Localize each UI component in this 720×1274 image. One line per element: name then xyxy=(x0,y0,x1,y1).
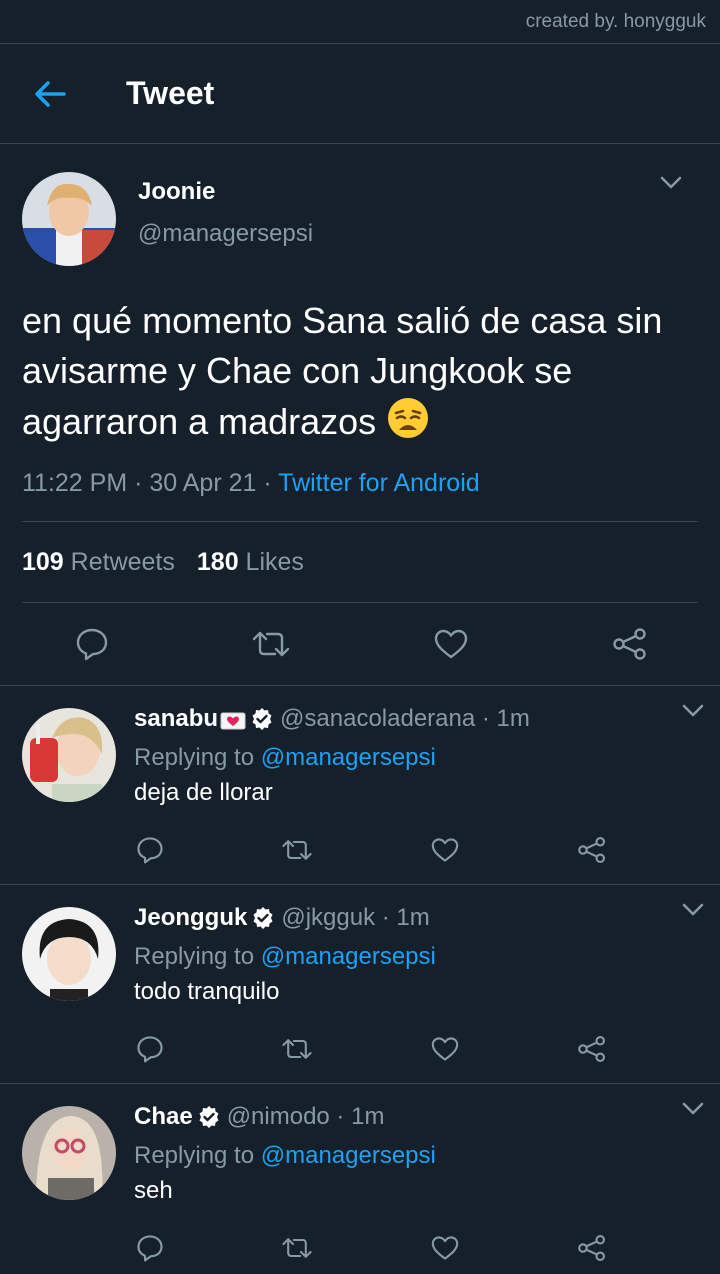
reply-button[interactable] xyxy=(134,1033,166,1065)
tweet-source-link[interactable]: Twitter for Android xyxy=(278,469,479,497)
reply-author-handle[interactable]: @jkgguk · 1m xyxy=(281,903,429,933)
tweet-text-content: en qué momento Sana salió de casa sin av… xyxy=(22,300,663,442)
reply-item[interactable]: sanabu @sanacoladerana · 1m Replying to … xyxy=(0,686,720,885)
reply-icon xyxy=(137,1036,163,1063)
like-icon xyxy=(431,838,458,862)
reply-button[interactable] xyxy=(72,624,112,664)
like-button[interactable] xyxy=(429,1232,461,1264)
retweet-icon xyxy=(282,1039,312,1059)
chevron-down-icon xyxy=(682,903,704,916)
reply-actions xyxy=(134,1232,608,1264)
replying-prefix: Replying to xyxy=(134,943,261,970)
avatar[interactable] xyxy=(22,907,116,1001)
reply-item[interactable]: Jeongguk @jkgguk · 1m Replying to @manag… xyxy=(0,885,720,1084)
verified-icon xyxy=(199,1106,219,1128)
retweet-icon xyxy=(253,631,290,657)
retweet-icon xyxy=(282,840,312,860)
reply-header: Chae @nimodo · 1m xyxy=(134,1102,720,1132)
reply-author-name[interactable]: sanabu xyxy=(134,704,218,734)
top-bar: Tweet xyxy=(0,44,720,144)
retweet-button[interactable] xyxy=(281,1033,313,1065)
replying-to-link[interactable]: @managersepsi xyxy=(261,1142,436,1169)
tweet-stats: 109 Retweets 180 Likes xyxy=(22,522,698,602)
share-icon xyxy=(578,836,605,864)
retweet-button[interactable] xyxy=(281,1232,313,1264)
reply-text: seh xyxy=(134,1177,173,1204)
replying-to: Replying to @managersepsi xyxy=(134,1138,720,1174)
share-icon xyxy=(578,1234,605,1262)
share-button[interactable] xyxy=(610,624,650,664)
replying-to: Replying to @managersepsi xyxy=(134,740,720,776)
more-options-button[interactable] xyxy=(682,1102,704,1116)
likes-count: 180 xyxy=(196,547,239,576)
verified-icon xyxy=(252,708,272,730)
more-options-button[interactable] xyxy=(682,903,704,917)
replying-to-link[interactable]: @managersepsi xyxy=(261,943,436,970)
likes-label: Likes xyxy=(238,547,304,576)
reply-button[interactable] xyxy=(134,834,166,866)
chevron-down-icon xyxy=(682,1102,704,1115)
avatar[interactable] xyxy=(22,172,116,266)
reply-icon xyxy=(76,628,108,661)
like-button[interactable] xyxy=(429,1033,461,1065)
share-button[interactable] xyxy=(576,1033,608,1065)
retweet-button[interactable] xyxy=(251,624,291,664)
reply-actions xyxy=(134,834,608,866)
weary-face-emoji xyxy=(386,396,430,440)
verified-icon xyxy=(253,907,273,929)
retweets-stat[interactable]: 109 Retweets xyxy=(22,548,175,577)
retweet-button[interactable] xyxy=(281,834,313,866)
retweets-label: Retweets xyxy=(63,547,175,576)
avatar[interactable] xyxy=(22,708,116,802)
avatar[interactable] xyxy=(22,1106,116,1200)
reply-text: todo tranquilo xyxy=(134,978,280,1005)
replying-prefix: Replying to xyxy=(134,744,261,771)
retweets-count: 109 xyxy=(22,547,64,576)
replying-prefix: Replying to xyxy=(134,1142,261,1169)
reply-author-name[interactable]: Chae xyxy=(134,1102,193,1132)
reply-author-name[interactable]: Jeongguk xyxy=(134,903,247,933)
reply-author-handle[interactable]: @sanacoladerana · 1m xyxy=(280,704,530,734)
retweet-icon xyxy=(282,1238,312,1258)
like-icon xyxy=(431,1236,458,1260)
more-options-button[interactable] xyxy=(682,704,704,718)
tweet-author: Joonie @managersepsi xyxy=(22,162,698,276)
reply-actions xyxy=(134,1033,608,1065)
main-tweet: Joonie @managersepsi en qué momento Sana… xyxy=(0,162,720,685)
more-options-button[interactable] xyxy=(660,176,682,190)
reply-icon xyxy=(137,837,163,864)
back-button[interactable] xyxy=(20,64,80,124)
replying-to: Replying to @managersepsi xyxy=(134,939,720,975)
love-letter-emoji xyxy=(220,709,246,730)
like-button[interactable] xyxy=(429,834,461,866)
tweet-meta: 11:22 PM · 30 Apr 21 · Twitter for Andro… xyxy=(22,465,698,501)
share-icon xyxy=(578,1035,605,1063)
author-handle[interactable]: @managersepsi xyxy=(138,219,313,249)
reply-item[interactable]: Chae @nimodo · 1m Replying to @managerse… xyxy=(0,1084,720,1274)
back-arrow-icon xyxy=(35,80,66,107)
likes-stat[interactable]: 180 Likes xyxy=(197,548,304,577)
reply-author-handle[interactable]: @nimodo · 1m xyxy=(227,1102,385,1132)
like-icon xyxy=(431,1037,458,1061)
replying-to-link[interactable]: @managersepsi xyxy=(261,744,436,771)
like-icon xyxy=(434,629,467,659)
tweet-text: en qué momento Sana salió de casa sin av… xyxy=(22,296,698,447)
reply-header: sanabu @sanacoladerana · 1m xyxy=(134,704,720,734)
author-name[interactable]: Joonie xyxy=(138,177,313,207)
share-button[interactable] xyxy=(576,834,608,866)
share-button[interactable] xyxy=(576,1232,608,1264)
page-title: Tweet xyxy=(126,75,215,111)
like-button[interactable] xyxy=(431,624,471,664)
reply-button[interactable] xyxy=(134,1232,166,1264)
chevron-down-icon xyxy=(660,176,682,189)
reply-icon xyxy=(137,1235,163,1262)
tweet-timestamp: 11:22 PM · 30 Apr 21 · xyxy=(22,469,279,497)
credit-text: created by. honygguk xyxy=(0,0,720,44)
tweet-actions xyxy=(22,603,698,685)
reply-text: deja de llorar xyxy=(134,779,273,806)
reply-header: Jeongguk @jkgguk · 1m xyxy=(134,903,720,933)
share-icon xyxy=(613,628,646,660)
chevron-down-icon xyxy=(682,704,704,717)
